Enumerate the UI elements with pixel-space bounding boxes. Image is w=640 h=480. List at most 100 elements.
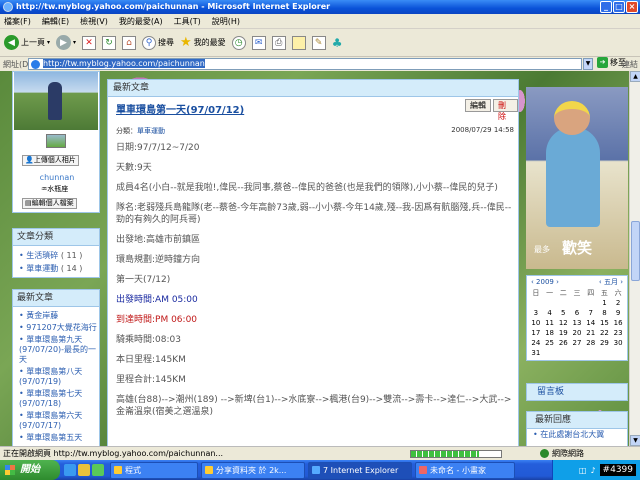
calendar-month[interactable]: ‹ 五月 › [599,277,623,287]
home-button[interactable]: ⌂ [122,35,137,50]
taskbar-button[interactable]: 未命名 - 小畫家 [415,461,515,479]
calendar-day[interactable]: 18 [543,328,557,338]
forward-button[interactable]: ▶ ▾ [56,35,76,50]
categories-box: 文章分類 • 生活瑣碎 ( 11 ) • 單車運動 ( 14 ) [12,228,100,278]
calendar-day[interactable]: 7 [584,308,598,318]
recent-post-link[interactable]: • 單車環島第八天(97/07/19) [19,367,99,387]
print-button[interactable]: ⎙ [271,35,286,50]
calendar-day[interactable]: 1 [598,298,612,308]
calendar-day[interactable]: 8 [598,308,612,318]
calendar-day[interactable]: 23 [611,328,625,338]
category-item[interactable]: • 生活瑣碎 ( 11 ) [13,249,99,262]
maximize-icon[interactable]: □ [613,1,625,13]
tray-clock: #4399 [599,464,636,476]
calendar-day[interactable]: 3 [529,308,543,318]
start-button[interactable]: 開始 [0,460,60,480]
guestbook-link[interactable]: 留言板 [526,383,628,401]
calendar-year[interactable]: ‹ 2009 › [531,278,559,286]
calendar-day[interactable]: 4 [543,308,557,318]
search-button[interactable]: ⚲ 搜尋 [142,35,174,50]
ie-quicklaunch-icon[interactable] [64,464,76,476]
calendar-day[interactable]: 6 [570,308,584,318]
recent-post-link[interactable]: • 單車環島第九天(97/07/20)-最長的一天 [19,335,99,365]
category-item[interactable]: • 單車運動 ( 14 ) [13,262,99,275]
calendar-day[interactable]: 9 [611,308,625,318]
messenger-button[interactable]: ♣ [332,36,343,50]
calendar-day[interactable]: 21 [584,328,598,338]
recent-post-link[interactable]: • 單車環島第七天(97/07/18) [19,389,99,409]
upload-photo-button[interactable]: 👤上傳個人相片 [22,155,79,166]
menu-help[interactable]: 說明(H) [212,16,240,27]
calendar-day[interactable]: 22 [598,328,612,338]
vertical-scrollbar[interactable]: ▲ ▼ [629,71,640,446]
title-bar[interactable]: http://tw.myblog.yahoo.com/paichunnan - … [0,0,640,14]
banner-face [554,101,590,135]
calendar-day[interactable]: 10 [529,318,543,328]
edit-article-button[interactable]: 編輯 [465,99,491,112]
address-input[interactable]: http://tw.myblog.yahoo.com/paichunnan [28,58,582,70]
forward-dropdown-icon: ▾ [73,39,77,46]
address-dropdown-icon[interactable]: ▼ [583,58,593,70]
refresh-button[interactable]: ↻ [102,35,117,50]
stop-button[interactable]: ✕ [82,35,97,50]
recent-post-link[interactable]: • 971207大覺花海行 [19,323,99,333]
menu-view[interactable]: 檢視(V) [80,16,108,27]
calendar-day[interactable]: 28 [584,338,598,348]
profile-thumbnail[interactable] [46,134,66,148]
calendar-day[interactable]: 27 [570,338,584,348]
calendar-day[interactable]: 17 [529,328,543,338]
calendar-day[interactable]: 29 [598,338,612,348]
calendar-day[interactable]: 5 [556,308,570,318]
favorites-button[interactable]: ★ 我的最愛 [180,35,226,50]
menu-file[interactable]: 檔案(F) [4,16,31,27]
delete-article-button[interactable]: 刪除 [493,99,518,121]
profile-name[interactable]: chunnan [13,173,101,182]
calendar-day[interactable]: 30 [611,338,625,348]
article-title[interactable]: 單車環島第一天(97/07/12) [116,101,244,116]
calendar-day[interactable]: 13 [570,318,584,328]
close-icon[interactable]: × [626,1,638,13]
article-category-link[interactable]: 單車運動 [137,127,165,135]
minimize-icon[interactable]: _ [600,1,612,13]
history-icon: ◷ [231,35,246,50]
mail-button[interactable]: ✉ [251,35,266,50]
volume-icon[interactable]: ♪ [590,466,595,475]
profile-zodiac[interactable]: ♒水瓶座 [41,184,68,194]
profile-photo[interactable] [14,72,98,130]
taskbar-button[interactable]: 分享資料夾 於 2k... [201,461,305,479]
scroll-thumb[interactable] [631,221,640,281]
calendar-day[interactable]: 31 [529,348,543,358]
folder-quicklaunch-icon[interactable] [78,464,90,476]
edit-profile-button[interactable]: ▤編輯個人檔案 [22,198,77,209]
calendar-day[interactable]: 14 [584,318,598,328]
edit-button[interactable] [291,35,306,50]
calendar-day[interactable]: 24 [529,338,543,348]
calendar-day[interactable]: 20 [570,328,584,338]
scroll-down-icon[interactable]: ▼ [630,435,640,446]
calendar-day[interactable]: 25 [543,338,557,348]
history-button[interactable]: ◷ [231,35,246,50]
taskbar-button[interactable]: 7 Internet Explorer [308,461,412,479]
menu-tools[interactable]: 工具(T) [174,16,201,27]
calendar-day [556,298,570,308]
recent-post-link[interactable]: • 單車環島第五天 [19,433,99,443]
recent-post-link[interactable]: • 單車環島第六天(97/07/17) [19,411,99,431]
menu-edit[interactable]: 編輯(E) [42,16,69,27]
calendar-day[interactable]: 12 [556,318,570,328]
network-icon[interactable]: ◫ [579,466,587,475]
discuss-button[interactable]: ✎ [311,35,326,50]
calendar-day[interactable]: 15 [598,318,612,328]
recent-post-link[interactable]: • 黃金岸藤 [19,311,99,321]
back-button[interactable]: ◀ 上一頁 ▾ [4,35,50,50]
links-label[interactable]: 連結 [622,59,638,70]
menu-favorites[interactable]: 我的最愛(A) [119,16,163,27]
calendar-day[interactable]: 26 [556,338,570,348]
calendar-day[interactable]: 11 [543,318,557,328]
calendar-day[interactable]: 16 [611,318,625,328]
scroll-up-icon[interactable]: ▲ [630,71,640,82]
desktop-quicklaunch-icon[interactable] [92,464,104,476]
taskbar-button[interactable]: 程式 [110,461,198,479]
new-reply-link[interactable]: • 在此處謝台北大翼 [527,429,627,441]
calendar-day[interactable]: 2 [611,298,625,308]
calendar-day[interactable]: 19 [556,328,570,338]
